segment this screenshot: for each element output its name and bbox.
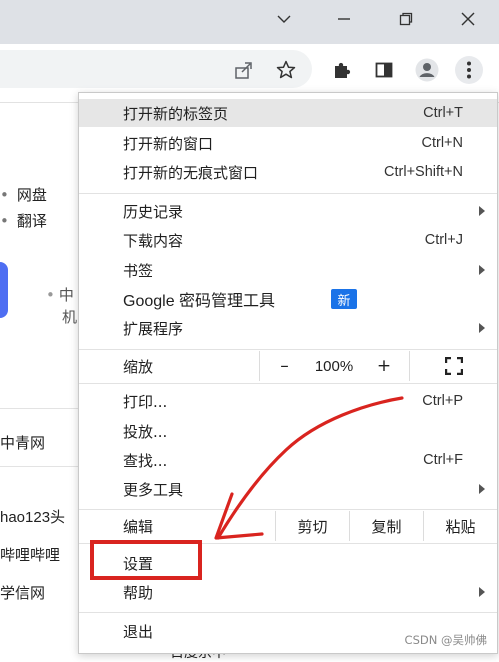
annotation-arrow-icon — [214, 396, 404, 540]
watermark: CSDN @吴帅佛 — [404, 633, 487, 647]
